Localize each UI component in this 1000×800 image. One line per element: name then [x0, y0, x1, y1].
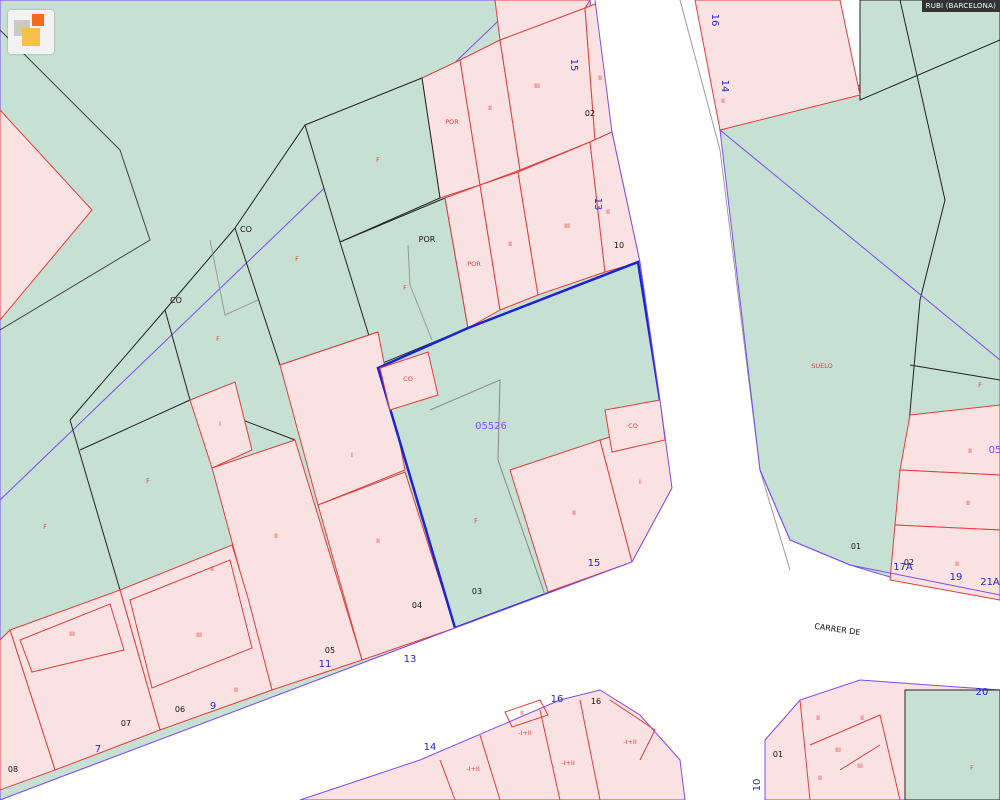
- parcel-right-row-2[interactable]: [894, 469, 1000, 531]
- street-number: 10: [752, 779, 763, 792]
- floor-label: I: [351, 451, 353, 459]
- cadastral-map[interactable]: POR II III II F POR II III II F F F CO C…: [0, 0, 1000, 800]
- parcel-number: 04: [412, 601, 422, 610]
- floor-label: -I+II: [623, 738, 637, 746]
- floor-label: F: [216, 335, 220, 343]
- floor-label: F: [295, 255, 299, 263]
- floor-label: -I+II: [561, 759, 575, 767]
- parcel-number: 03: [472, 587, 482, 596]
- floor-label: III: [857, 762, 863, 770]
- street-number: 13: [592, 198, 603, 211]
- floor-label: II: [234, 686, 238, 694]
- street-number: 15: [588, 558, 601, 569]
- floor-label: CO: [628, 422, 638, 430]
- street-number: 9: [210, 701, 216, 712]
- floor-label: II: [210, 565, 214, 573]
- floor-label: II: [816, 714, 820, 722]
- floor-label: -I+II: [466, 765, 480, 773]
- street-number: 17A: [893, 562, 913, 573]
- floor-label: CO: [403, 375, 413, 383]
- floor-label: II: [966, 499, 970, 507]
- floor-label: II: [818, 774, 822, 782]
- floor-label: II: [721, 97, 725, 105]
- floor-label: II: [955, 560, 959, 568]
- street-number: 20: [976, 687, 989, 698]
- parcel-number: 06: [175, 705, 185, 714]
- floor-label: -I+II: [518, 729, 532, 737]
- floor-label: II: [488, 104, 492, 112]
- floor-label: I: [639, 478, 641, 486]
- floor-label: II: [376, 537, 380, 545]
- parcel-code-label: 05526: [475, 421, 507, 432]
- floor-label: I: [219, 420, 221, 428]
- floor-label: III: [69, 630, 75, 638]
- street-number: 11: [319, 659, 332, 670]
- floor-label: F: [146, 477, 150, 485]
- parcel-br-green[interactable]: [904, 689, 1000, 800]
- floor-label: III: [564, 222, 570, 230]
- street-number: 7: [95, 744, 101, 755]
- street-number: 19: [950, 572, 963, 583]
- floor-label: II: [860, 714, 864, 722]
- street-number: 15: [568, 59, 579, 72]
- parcel-number: 08: [8, 765, 18, 774]
- street-number: 16: [709, 14, 720, 27]
- floor-label: II: [572, 509, 576, 517]
- floor-label: F: [403, 284, 407, 292]
- map-service-logo-icon[interactable]: [8, 10, 54, 54]
- place-label: RUBI (BARCELONA): [921, 0, 1000, 12]
- floor-label: III: [534, 82, 540, 90]
- parcel-number: 07: [121, 719, 131, 728]
- floor-label: SUELO: [811, 362, 833, 370]
- floor-label: POR: [467, 260, 481, 268]
- floor-label: F: [43, 523, 47, 531]
- parcel-number: 01: [851, 542, 861, 551]
- floor-label: II: [508, 240, 512, 248]
- floor-label: F: [970, 764, 974, 772]
- parcel-number: 02: [585, 109, 595, 118]
- parcel-number: 05: [325, 646, 335, 655]
- floor-label: II: [274, 532, 278, 540]
- floor-label: POR: [419, 235, 436, 244]
- floor-label: F: [474, 517, 478, 525]
- floor-label: CO: [240, 225, 252, 234]
- floor-label: II: [606, 208, 610, 216]
- parcel-code-label: 05: [989, 445, 1000, 456]
- floor-label: III: [835, 746, 841, 754]
- floor-label: II: [598, 74, 602, 82]
- floor-label: F: [978, 381, 982, 389]
- parcel-number: 01: [773, 750, 783, 759]
- parcel-right-row-1[interactable]: [899, 404, 1000, 476]
- floor-label: POR: [445, 118, 459, 126]
- floor-label: F: [376, 156, 380, 164]
- floor-label: II: [968, 447, 972, 455]
- floor-label: II: [520, 709, 524, 717]
- parcel-number: 10: [614, 241, 624, 250]
- street-number: 14: [719, 80, 730, 93]
- street-number: 21A: [980, 577, 1000, 588]
- floor-label: CO: [170, 296, 182, 305]
- street-number: 16: [551, 694, 564, 705]
- street-number: 14: [424, 742, 437, 753]
- street-number: 13: [404, 654, 417, 665]
- floor-label: III: [196, 631, 202, 639]
- parcel-number: 16: [591, 697, 601, 706]
